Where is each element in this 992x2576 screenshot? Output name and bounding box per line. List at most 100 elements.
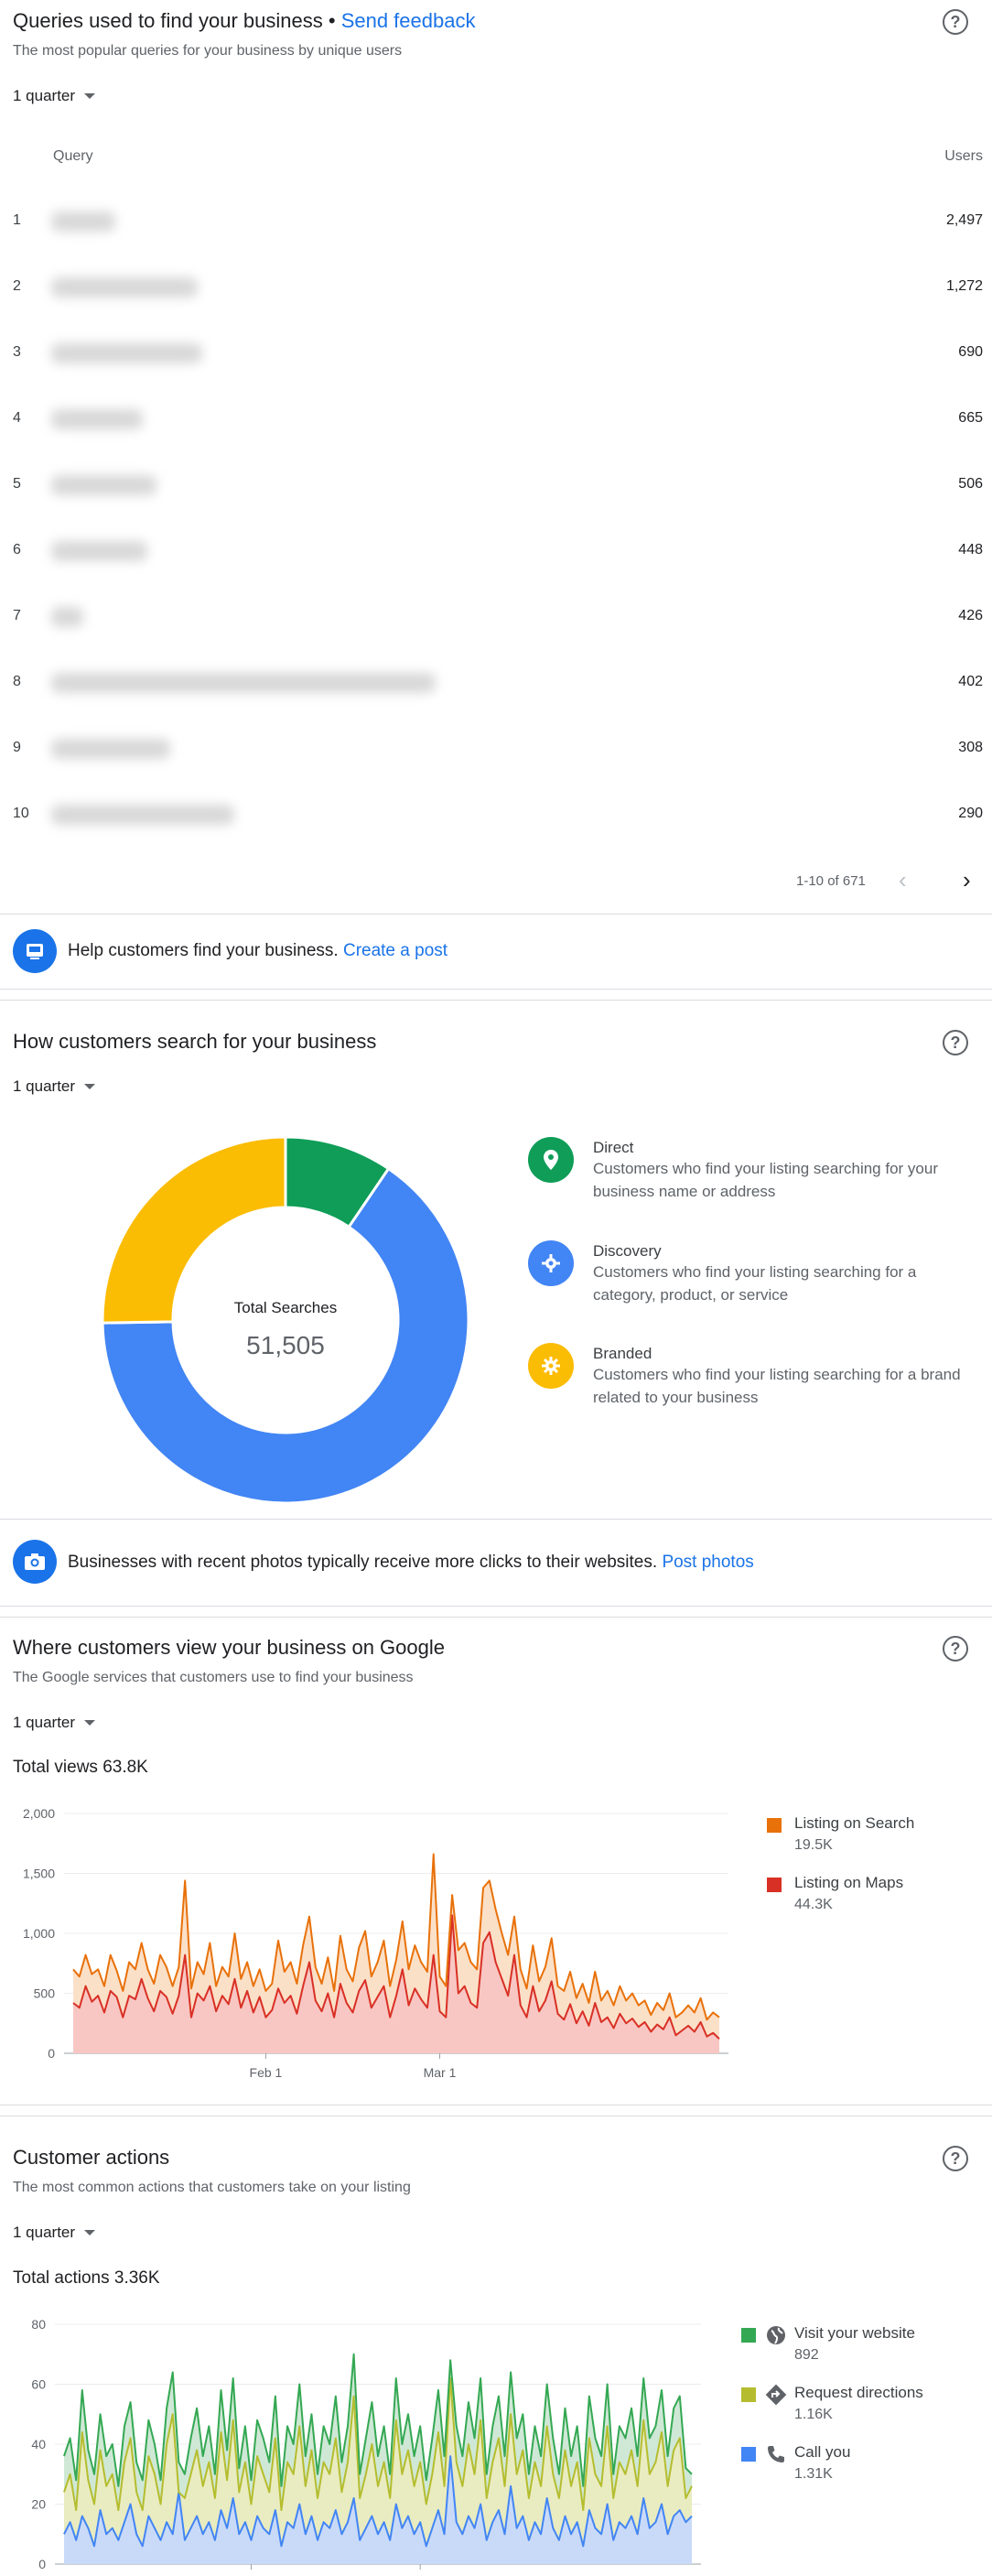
period-label: 1 quarter (13, 87, 76, 104)
y-tick-label: 80 (31, 2317, 46, 2332)
legend-title: Discovery (593, 1242, 662, 1260)
promo-message: Businesses with recent photos typically … (68, 1553, 663, 1572)
row-index: 3 (13, 344, 21, 360)
create-post-promo: Help customers find your business. Creat… (0, 915, 992, 989)
actions-area-chart: 0 20 40 60 80 (31, 2317, 701, 2571)
help-icon[interactable]: ? (943, 1030, 968, 1055)
post-photos-promo: Businesses with recent photos typically … (0, 1520, 992, 1606)
row-users: 1,272 (945, 278, 983, 294)
legend-branded: Branded Customers who find your listing … (593, 1345, 968, 1409)
legend-swatch-maps (767, 1878, 782, 1892)
title-separator: • (322, 9, 341, 32)
legend-value: 892 (794, 2347, 819, 2363)
views-period-dropdown[interactable]: 1 quarter (13, 1714, 96, 1732)
donut-center-label: Total Searches (234, 1299, 337, 1316)
legend-direct: Direct Customers who find your listing s… (593, 1139, 968, 1203)
help-icon[interactable]: ? (943, 1636, 968, 1661)
row-index: 6 (13, 542, 21, 557)
x-tick-label: Feb 1 (250, 2065, 283, 2080)
legend-value: 19.5K (794, 1837, 833, 1853)
row-index: 5 (13, 476, 21, 492)
row-users: 665 (958, 410, 983, 426)
legend-swatch-call (741, 2447, 756, 2462)
row-index: 9 (13, 740, 21, 755)
legend-swatch-search (767, 1818, 782, 1833)
discovery-icon (528, 1240, 574, 1286)
views-card: Where customers view your business on Go… (0, 1618, 992, 2105)
chevron-right-icon[interactable]: › (963, 868, 971, 892)
chevron-down-icon (84, 1720, 96, 1726)
row-users: 2,497 (945, 212, 983, 228)
phone-icon (765, 2443, 787, 2470)
y-tick-label: 1,500 (23, 1867, 55, 1881)
y-tick-label: 60 (31, 2377, 46, 2392)
post-photos-link[interactable]: Post photos (662, 1553, 753, 1572)
query-text-redacted (51, 475, 156, 495)
chevron-down-icon (84, 93, 96, 99)
legend-description: Customers who find your listing searchin… (593, 1263, 917, 1304)
create-post-text: Help customers find your business. Creat… (68, 941, 447, 961)
queries-subtitle: The most popular queries for your busine… (13, 43, 403, 59)
y-tick-label: 0 (48, 2046, 55, 2061)
y-tick-label: 2,000 (23, 1806, 55, 1821)
donut-slice-branded (101, 1135, 287, 1325)
help-icon[interactable]: ? (943, 9, 968, 35)
divider (0, 1606, 992, 1607)
create-post-link[interactable]: Create a post (343, 941, 447, 960)
search-title: How customers search for your business (13, 1030, 377, 1053)
row-index: 8 (13, 674, 21, 689)
chevron-left-icon[interactable]: ‹ (899, 868, 907, 892)
donut-center-value: 51,505 (246, 1331, 325, 1359)
row-users: 506 (958, 476, 983, 492)
query-text-redacted (51, 343, 202, 363)
views-total: Total views 63.8K (13, 1758, 148, 1777)
queries-title: Queries used to find your business • Sen… (13, 9, 475, 33)
search-period-dropdown[interactable]: 1 quarter (13, 1077, 96, 1096)
promo-message: Help customers find your business. (68, 941, 343, 960)
globe-icon (765, 2324, 787, 2351)
queries-title-text: Queries used to find your business (13, 9, 323, 32)
branded-icon (528, 1343, 574, 1389)
post-icon (13, 929, 57, 973)
row-users: 448 (958, 542, 983, 557)
legend-name: Listing on Maps (794, 1874, 904, 1891)
query-text-redacted (51, 409, 143, 429)
period-label: 1 quarter (13, 2224, 76, 2241)
legend-description: Customers who find your listing searchin… (593, 1160, 938, 1200)
legend-name: Call you (794, 2443, 851, 2461)
query-text-redacted (51, 541, 147, 561)
row-users: 290 (958, 806, 983, 821)
period-label: 1 quarter (13, 1714, 76, 1731)
column-header-users: Users (944, 148, 983, 164)
y-tick-label: 40 (31, 2437, 46, 2452)
actions-subtitle: The most common actions that customers t… (13, 2180, 411, 2195)
query-text-redacted (51, 277, 198, 298)
location-pin-icon (528, 1137, 574, 1183)
actions-period-dropdown[interactable]: 1 quarter (13, 2224, 96, 2242)
post-photos-text: Businesses with recent photos typically … (68, 1553, 754, 1573)
y-tick-label: 1,000 (23, 1926, 55, 1941)
queries-period-dropdown[interactable]: 1 quarter (13, 87, 96, 105)
send-feedback-link[interactable]: Send feedback (341, 9, 476, 32)
y-tick-label: 0 (38, 2557, 46, 2571)
divider (0, 989, 992, 990)
row-users: 690 (958, 344, 983, 360)
views-title: Where customers view your business on Go… (13, 1636, 445, 1659)
queries-card: Queries used to find your business • Sen… (0, 0, 992, 914)
legend-discovery: Discovery Customers who find your listin… (593, 1242, 968, 1306)
query-text-redacted (51, 673, 436, 693)
legend-description: Customers who find your listing searchin… (593, 1366, 961, 1406)
views-subtitle: The Google services that customers use t… (13, 1670, 414, 1685)
search-card: How customers search for your business ?… (0, 1001, 992, 1519)
query-text-redacted (51, 739, 170, 759)
legend-value: 1.31K (794, 2466, 833, 2482)
legend-title: Direct (593, 1139, 634, 1156)
legend-name: Request directions (794, 2384, 923, 2401)
legend-name: Visit your website (794, 2324, 915, 2342)
actions-total: Total actions 3.36K (13, 2268, 160, 2288)
legend-name: Listing on Search (794, 1814, 915, 1832)
pagination-label: 1-10 of 671 (796, 873, 866, 889)
help-icon[interactable]: ? (943, 2146, 968, 2171)
row-users: 402 (958, 674, 983, 689)
row-index: 7 (13, 608, 21, 623)
